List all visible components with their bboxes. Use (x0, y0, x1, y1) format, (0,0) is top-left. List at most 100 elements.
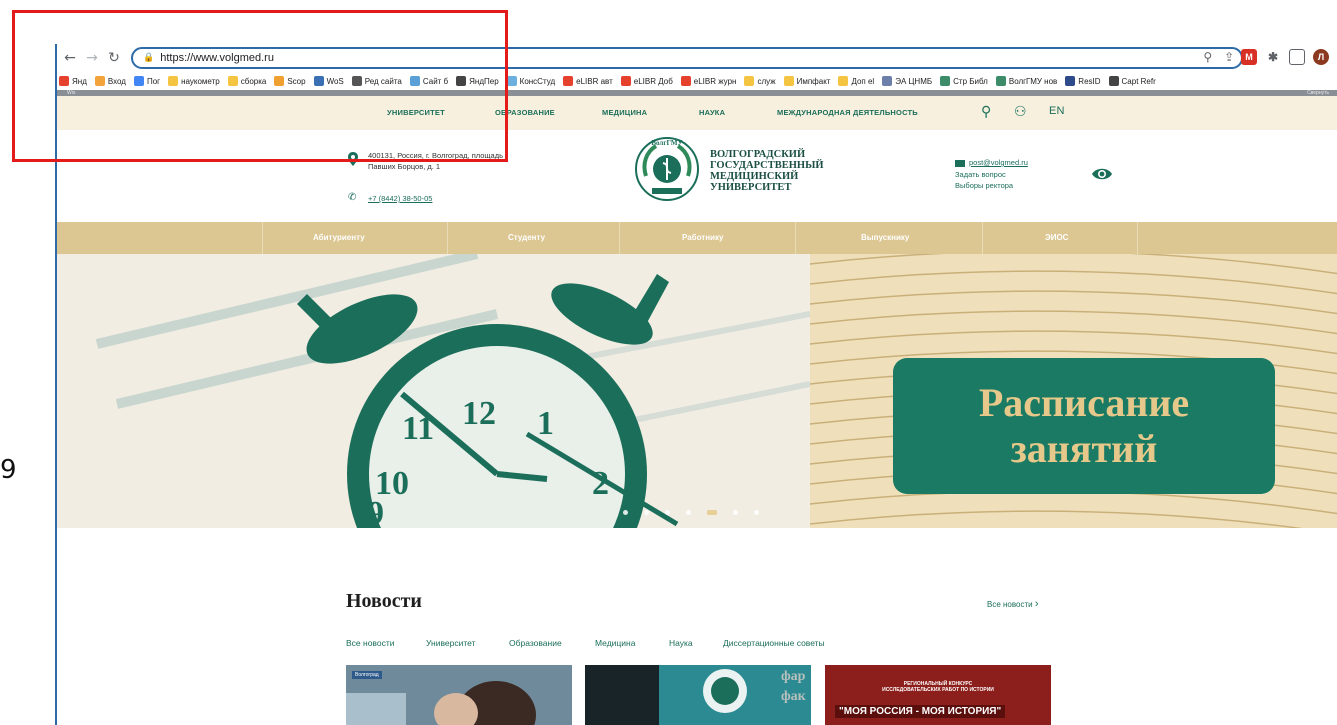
nav-eios[interactable]: ЭИОС (1045, 233, 1068, 242)
mail-icon (955, 160, 965, 167)
rector-elections-link[interactable]: Выборы ректора (955, 181, 1013, 190)
nav-international[interactable]: МЕЖДУНАРОДНАЯ ДЕЯТЕЛЬНОСТЬ (777, 108, 918, 117)
bookmark-icon (1108, 76, 1119, 86)
share-icon[interactable]: ⇪ (1224, 50, 1234, 64)
bookmark-label: ResID (1078, 76, 1101, 86)
all-news-label: Все новости (987, 600, 1033, 609)
search-icon[interactable]: ⚲ (981, 104, 991, 120)
all-news-link[interactable]: Все новости › (987, 598, 1039, 610)
nav-graduate[interactable]: Выпускнику (861, 233, 909, 242)
bookmark-label: КонсСтуд (519, 76, 556, 86)
nav-medicine[interactable]: МЕДИЦИНА (602, 108, 647, 117)
news-card[interactable]: Волгоград (346, 665, 572, 725)
extensions-area: M ✱ Л (1241, 49, 1329, 65)
bookmark-label: eLIBR авт (576, 76, 613, 86)
news-card-headline: РЕГИОНАЛЬНЫЙ КОНКУРС ИССЛЕДОВАТЕЛЬСКИХ Р… (825, 681, 1051, 693)
main-navigation: Абитуриенту Студенту Работнику Выпускник… (57, 222, 1337, 254)
alarm-clock-illustration: 12 1 11 10 2 9 (57, 254, 811, 528)
email-link[interactable]: post@volgmed.ru (969, 158, 1028, 167)
bookmark-item[interactable]: Capt Refr (1108, 76, 1156, 86)
bookmark-label: Доп el (851, 76, 875, 86)
phone-icon: ✆ (348, 192, 357, 203)
schedule-line-2: занятий (1010, 426, 1158, 471)
news-tab-dissertation[interactable]: Диссертационные советы (723, 638, 825, 648)
schedule-line-1: Расписание (978, 380, 1190, 425)
ask-question-link[interactable]: Задать вопрос (955, 170, 1006, 179)
university-logo[interactable]: ВолгГМУ (634, 136, 700, 202)
news-card-word-1: фар (781, 669, 806, 684)
chevron-right-icon: › (1034, 598, 1039, 610)
university-name-line-4: УНИВЕРСИТЕТ (710, 182, 792, 193)
language-switch[interactable]: EN (1049, 105, 1065, 117)
bookmark-icon (1065, 76, 1076, 86)
nav-applicant[interactable]: Абитуриенту (313, 233, 365, 242)
highlight-rectangle (12, 10, 508, 162)
bookmark-icon (506, 76, 517, 86)
bookmark-item[interactable]: служ (744, 76, 776, 86)
bookmark-icon (680, 76, 691, 86)
bookmark-label: Импфакт (796, 76, 831, 86)
bookmark-icon (563, 76, 574, 86)
bookmark-icon (838, 76, 849, 86)
bookmark-item[interactable]: КонсСтуд (506, 76, 556, 86)
news-tab-science[interactable]: Наука (669, 638, 693, 648)
bookmark-item[interactable]: ЭА ЦНМБ (882, 76, 932, 86)
profile-avatar[interactable]: Л (1313, 49, 1329, 65)
svg-text:9: 9 (367, 495, 384, 528)
carousel-dots (623, 510, 759, 515)
banner-illustration: 12 1 11 10 2 9 (57, 254, 811, 528)
bookmark-item[interactable]: ResID (1065, 76, 1101, 86)
carousel-dot[interactable] (623, 510, 628, 515)
schedule-button[interactable]: Расписание занятий (893, 358, 1275, 494)
logo-text: ВолгГМУ (651, 139, 682, 147)
university-name-line-3: МЕДИЦИНСКИЙ (710, 171, 799, 182)
bookmark-item[interactable]: Импфакт (783, 76, 831, 86)
user-icon[interactable]: ⚇ (1014, 104, 1027, 120)
bookmark-item[interactable]: ВолгГМУ нов (995, 76, 1057, 86)
accessibility-eye-icon[interactable] (1091, 166, 1113, 182)
hero-banner[interactable]: 12 1 11 10 2 9 Расписание занятий (57, 254, 1337, 528)
zoom-icon[interactable]: ⚲ (1203, 50, 1212, 64)
news-card-tag: Волгоград (352, 671, 382, 679)
puzzle-icon[interactable]: ✱ (1265, 49, 1281, 65)
extension-icon[interactable]: M (1241, 49, 1257, 65)
news-tab-university[interactable]: Университет (426, 638, 475, 648)
news-tab-medicine[interactable]: Медицина (595, 638, 635, 648)
carousel-dot[interactable] (733, 510, 738, 515)
university-name-line-1: ВОЛГОГРАДСКИЙ (710, 149, 806, 160)
bookmark-label: eLIBR журн (693, 76, 737, 86)
nav-employee[interactable]: Работнику (682, 233, 723, 242)
news-heading: Новости (346, 590, 422, 612)
news-card-photo (585, 665, 811, 725)
nav-science[interactable]: НАУКА (699, 108, 725, 117)
edge-glyph: 9 (0, 455, 17, 485)
carousel-dot[interactable] (665, 510, 670, 515)
bookmark-item[interactable]: eLIBR Доб (620, 76, 673, 86)
nav-student[interactable]: Студенту (508, 233, 545, 242)
news-card-title: "МОЯ РОССИЯ - МОЯ ИСТОРИЯ" (835, 705, 1006, 718)
news-card[interactable]: фар фак (585, 665, 811, 725)
news-card[interactable]: РЕГИОНАЛЬНЫЙ КОНКУРС ИССЛЕДОВАТЕЛЬСКИХ Р… (825, 665, 1051, 725)
carousel-dot[interactable] (754, 510, 759, 515)
bookmark-item[interactable]: Стр Библ (940, 76, 988, 86)
news-section: Новости Все новости › Все новости Универ… (57, 528, 1337, 725)
bookmark-item[interactable]: Доп el (838, 76, 874, 86)
news-card-word-2: фак (781, 689, 806, 704)
news-tab-all[interactable]: Все новости (346, 638, 394, 648)
bookmark-label: Стр Библ (953, 76, 988, 86)
bookmark-icon (882, 76, 893, 86)
news-card-headline-2: ИССЛЕДОВАТЕЛЬСКИХ РАБОТ ПО ИСТОРИИ (882, 687, 994, 693)
bookmark-icon (744, 76, 755, 86)
bookmark-label: служ (757, 76, 776, 86)
bookmark-item[interactable]: eLIBR авт (563, 76, 613, 86)
carousel-dot[interactable] (644, 510, 649, 515)
svg-text:12: 12 (462, 395, 496, 432)
bookmark-item[interactable]: eLIBR журн (680, 76, 737, 86)
carousel-dot[interactable] (686, 510, 691, 515)
bookmark-label: Capt Refr (1121, 76, 1156, 86)
side-panel-icon[interactable] (1289, 49, 1305, 65)
carousel-dot-active[interactable] (707, 510, 717, 515)
phone-link[interactable]: +7 (8442) 38-50-05 (368, 194, 432, 203)
university-name-line-2: ГОСУДАРСТВЕННЫЙ (710, 160, 824, 171)
news-tab-education[interactable]: Образование (509, 638, 562, 648)
